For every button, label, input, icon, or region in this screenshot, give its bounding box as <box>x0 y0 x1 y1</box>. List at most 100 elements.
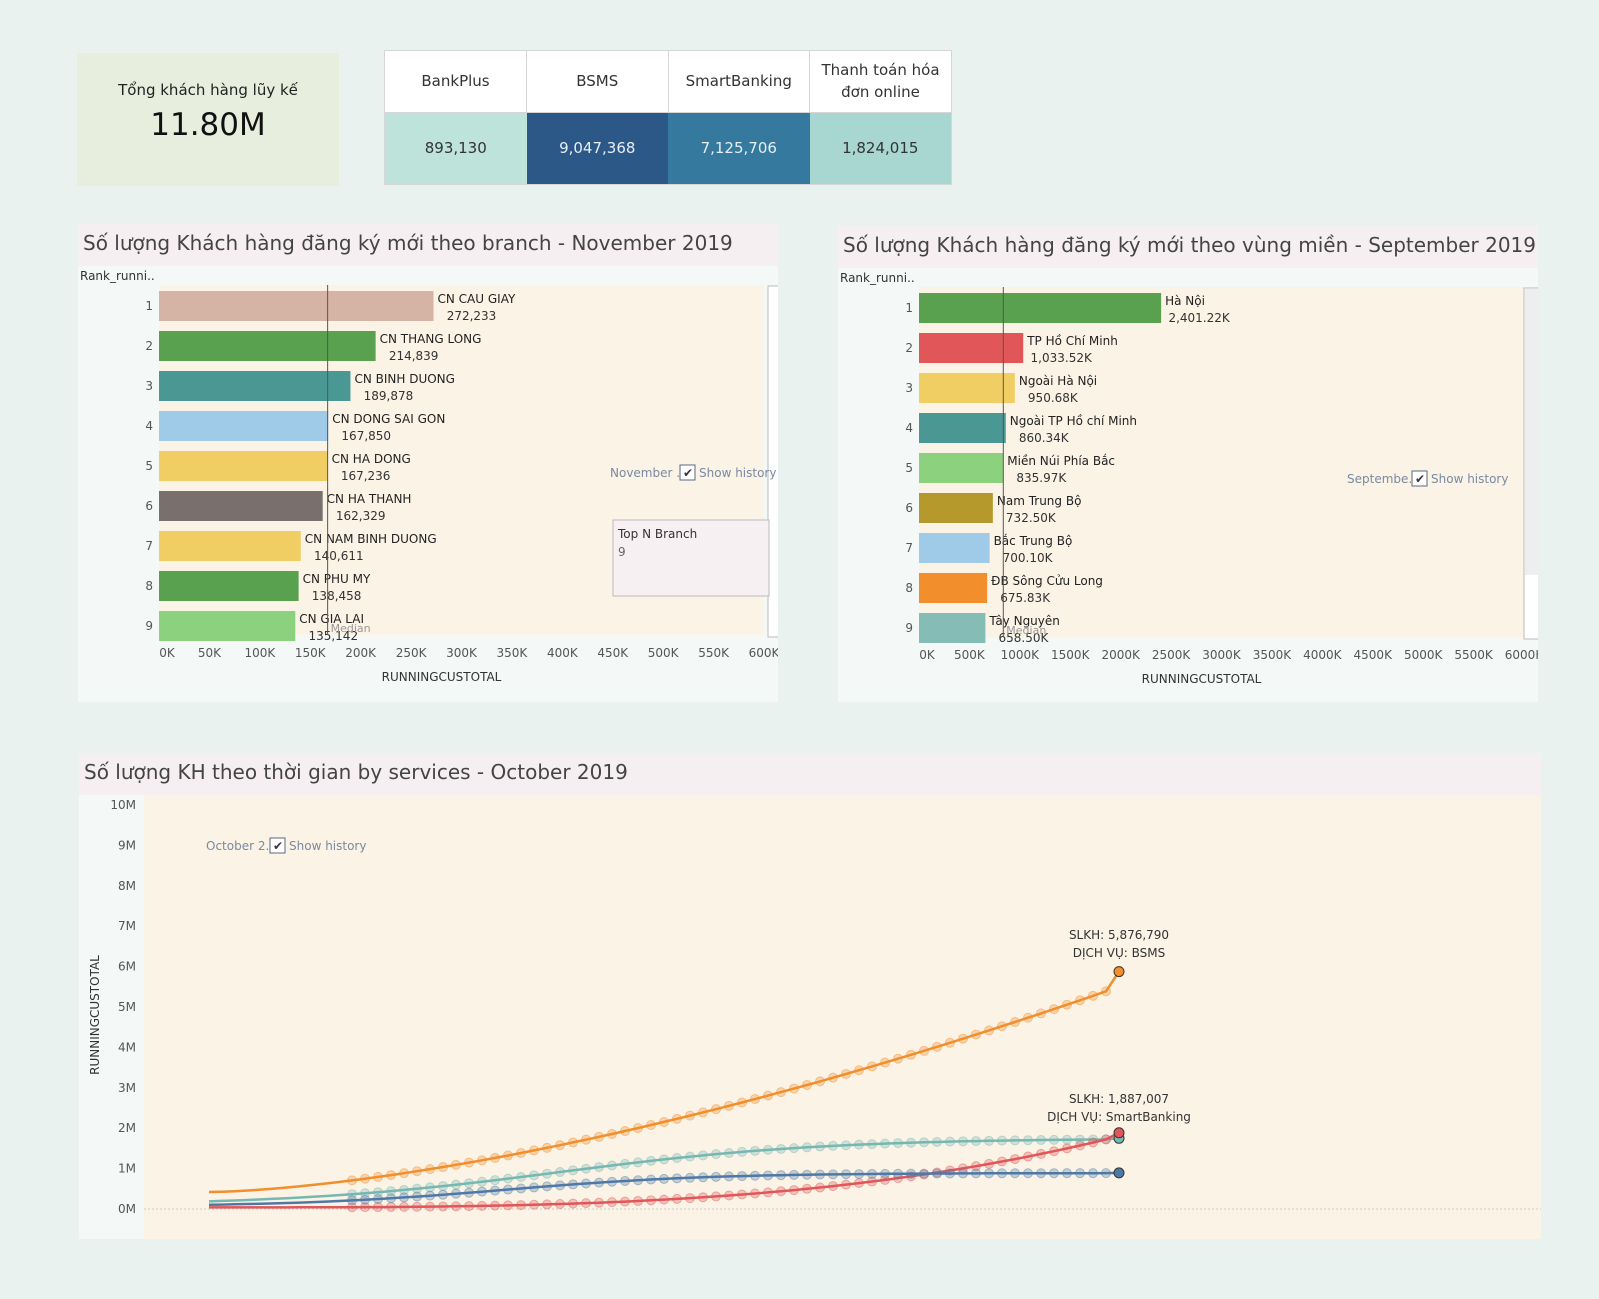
y-tick-label: 7M <box>118 919 136 933</box>
region-chart-panel: Số lượng Khách hàng đăng ký mới theo vùn… <box>838 226 1538 702</box>
checkmark-icon: ✔ <box>1415 472 1425 486</box>
y-tick-label: 3M <box>118 1081 136 1095</box>
bar[interactable] <box>159 371 351 401</box>
bar[interactable] <box>919 333 1024 363</box>
x-tick-label: 600K <box>749 646 778 660</box>
x-tick-label: 1500K <box>1051 648 1091 662</box>
x-tick-label: 3000K <box>1202 648 1242 662</box>
bar-value-label: 138,458 <box>312 589 362 603</box>
bar-category-label: Miền Núi Phía Bắc <box>1007 454 1115 468</box>
value-bill-payment[interactable]: 1,824,015 <box>809 112 951 184</box>
x-tick-label: 300K <box>446 646 478 660</box>
bar-value-label: 214,839 <box>389 349 439 363</box>
x-tick-label: 550K <box>698 646 730 660</box>
x-axis-title: RUNNINGCUSTOTAL <box>382 670 502 684</box>
bar[interactable] <box>919 293 1162 323</box>
kpi-value: 11.80M <box>150 107 266 143</box>
bar-value-label: 950.68K <box>1028 391 1079 405</box>
bar-value-label: 2,401.22K <box>1168 311 1230 325</box>
bar-category-label: CN DONG SAI GON <box>332 412 445 426</box>
rank-label: 2 <box>145 339 153 353</box>
x-tick-label: 5000K <box>1404 648 1444 662</box>
bar-category-label: Ngoài Hà Nội <box>1019 374 1097 388</box>
show-history-label: Show history <box>1431 472 1508 486</box>
rank-label: 3 <box>905 381 913 395</box>
timeline-line-chart: 0M 1M 2M 3M 4M 5M 6M 7M 8M 9M 10M RUNNINGCUSTOTAL Oc… <box>88 795 1541 1239</box>
bar-category-label: CN PHU MY <box>303 572 371 586</box>
bar[interactable] <box>159 451 328 481</box>
rank-label: 4 <box>905 421 913 435</box>
bar-value-label: 140,611 <box>314 549 364 563</box>
series-end-point[interactable] <box>1113 1127 1125 1139</box>
branch-chart-panel: Số lượng Khách hàng đăng ký mới theo bra… <box>78 224 778 702</box>
axis-field-label: Rank_runni.. <box>80 269 155 283</box>
services-table: BankPlus BSMS SmartBanking Thanh toán hó… <box>384 50 952 185</box>
series-end-point[interactable] <box>1113 1167 1125 1179</box>
timeline-chart-title: Số lượng KH theo thời gian by services -… <box>79 753 1541 795</box>
bar[interactable] <box>159 331 376 361</box>
x-tick-label: 150K <box>295 646 327 660</box>
x-tick-label: 2000K <box>1101 648 1141 662</box>
y-tick-label: 8M <box>118 879 136 893</box>
value-bsms[interactable]: 9,047,368 <box>526 112 668 184</box>
x-tick-label: 5500K <box>1454 648 1494 662</box>
history-period-label: November .. <box>610 466 684 480</box>
value-bankplus[interactable]: 893,130 <box>385 112 527 184</box>
bar[interactable] <box>919 373 1015 403</box>
bar[interactable] <box>919 413 1006 443</box>
x-tick-label: 4500K <box>1354 648 1394 662</box>
region-bar-chart: Rank_runni.. 1 Hà Nội 2,401.22K 2 TP Hồ Chí M… <box>840 271 1538 686</box>
branch-bar-chart: Rank_runni.. 1 CN CAU GIAY 272,233 2 CN THANG… <box>80 269 778 684</box>
branch-chart-title: Số lượng Khách hàng đăng ký mới theo bra… <box>78 224 778 266</box>
series-end-point[interactable] <box>1113 966 1125 978</box>
header-bankplus: BankPlus <box>385 51 527 113</box>
x-tick-label: 3500K <box>1253 648 1293 662</box>
bar[interactable] <box>919 573 988 603</box>
y-tick-label: 2M <box>118 1121 136 1135</box>
header-bill-payment: Thanh toán hóa đơn online <box>809 51 951 113</box>
bar[interactable] <box>919 613 986 643</box>
tooltip-line-2: DỊCH VỤ: BSMS <box>1073 946 1165 960</box>
bar[interactable] <box>159 411 329 441</box>
value-smartbanking[interactable]: 7,125,706 <box>668 112 810 184</box>
x-tick-label: 0K <box>159 646 176 660</box>
header-bsms: BSMS <box>526 51 669 113</box>
rank-label: 7 <box>905 541 913 555</box>
bar[interactable] <box>159 611 296 641</box>
x-tick-label: 0K <box>919 648 936 662</box>
bar-category-label: ĐB Sông Cửu Long <box>991 574 1103 588</box>
median-label: Median <box>331 622 371 635</box>
top-n-value: 9 <box>618 545 626 559</box>
x-tick-label: 500K <box>954 648 986 662</box>
x-tick-label: 450K <box>597 646 629 660</box>
rank-label: 5 <box>145 459 153 473</box>
rank-label: 6 <box>905 501 913 515</box>
kpi-label: Tổng khách hàng lũy kế <box>118 81 298 99</box>
bar[interactable] <box>159 531 301 561</box>
rank-label: 6 <box>145 499 153 513</box>
bar[interactable] <box>919 453 1004 483</box>
x-tick-label: 250K <box>396 646 428 660</box>
x-tick-label: 4000K <box>1303 648 1343 662</box>
bar-value-label: 167,850 <box>341 429 391 443</box>
bar-value-label: 1,033.52K <box>1031 351 1093 365</box>
bar-category-label: Ngoài TP Hồ chí Minh <box>1010 414 1137 428</box>
y-axis-title: RUNNINGCUSTOTAL <box>88 955 102 1075</box>
rank-label: 9 <box>145 619 153 633</box>
bar-category-label: CN NAM BINH DUONG <box>305 532 437 546</box>
x-tick-label: 500K <box>648 646 680 660</box>
region-chart-title: Số lượng Khách hàng đăng ký mới theo vùn… <box>838 226 1538 268</box>
rank-label: 2 <box>905 341 913 355</box>
bar[interactable] <box>159 291 434 321</box>
y-tick-label: 6M <box>118 960 136 974</box>
bar[interactable] <box>919 493 993 523</box>
bar[interactable] <box>919 533 990 563</box>
x-tick-label: 200K <box>345 646 377 660</box>
rank-label: 8 <box>145 579 153 593</box>
bar-category-label: Bắc Trung Bộ <box>994 534 1073 548</box>
y-tick-label: 9M <box>118 838 136 852</box>
y-tick-label: 4M <box>118 1040 136 1054</box>
rank-label: 5 <box>905 461 913 475</box>
bar[interactable] <box>159 571 299 601</box>
bar[interactable] <box>159 491 323 521</box>
